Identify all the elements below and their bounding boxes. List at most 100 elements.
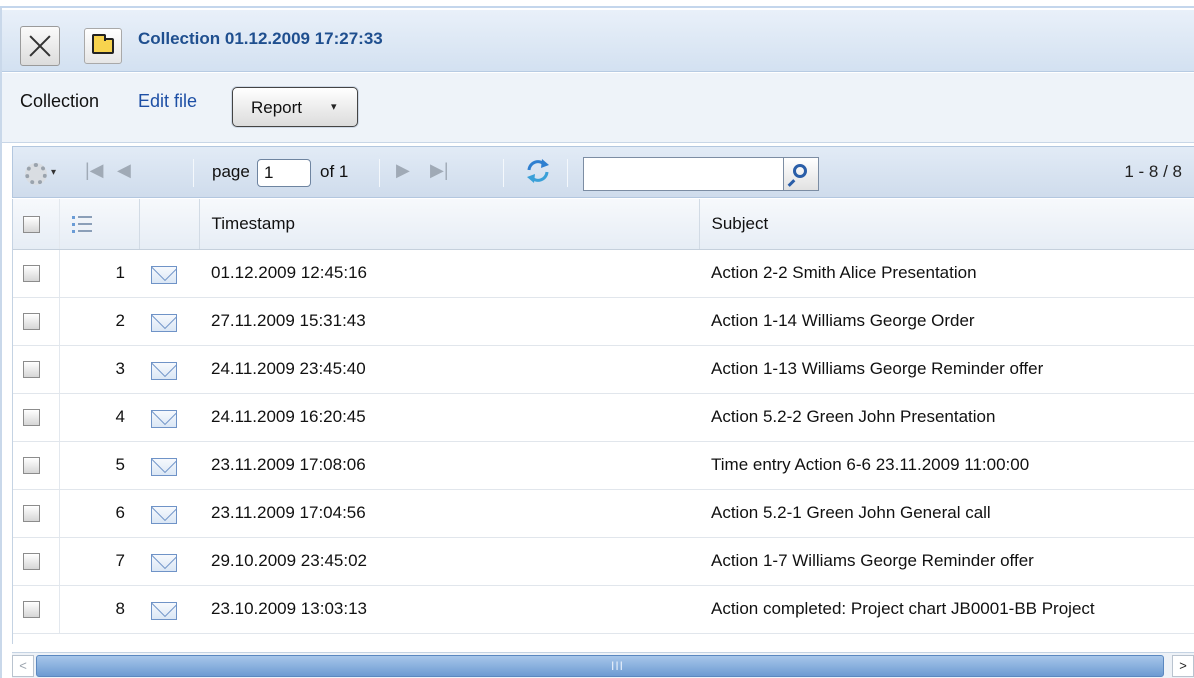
- scroll-right-button[interactable]: >: [1172, 655, 1194, 677]
- row-subject: Action 1-14 Williams George Order: [699, 297, 1194, 346]
- subject-column-header[interactable]: Subject: [699, 199, 1194, 250]
- row-checkbox[interactable]: [23, 601, 40, 619]
- records-table: Timestamp Subject 1 01.12.2009 12:45:16 Ac…: [13, 199, 1194, 634]
- page-number-input[interactable]: [257, 159, 311, 187]
- table-row[interactable]: 2 27.11.2009 15:31:43 Action 1-14 Williams…: [13, 297, 1194, 346]
- title-bar: Collection 01.12.2009 17:27:33: [2, 10, 1194, 72]
- edit-file-link[interactable]: Edit file: [138, 91, 197, 112]
- mail-icon: [151, 458, 177, 476]
- top-border: [0, 0, 1194, 8]
- report-button[interactable]: Report ▾: [232, 87, 358, 127]
- toolbar-separator: [567, 159, 568, 187]
- scroll-left-button[interactable]: <: [12, 655, 34, 677]
- row-number: 3: [59, 345, 139, 394]
- folder-icon: [92, 34, 114, 54]
- table-row[interactable]: 7 29.10.2009 23:45:02 Action 1-7 Williams …: [13, 537, 1194, 586]
- row-checkbox[interactable]: [23, 505, 40, 523]
- table-row[interactable]: 6 23.11.2009 17:04:56 Action 5.2-1 Green J…: [13, 489, 1194, 538]
- refresh-icon[interactable]: [523, 156, 553, 186]
- row-checkbox-cell: [13, 585, 60, 634]
- row-subject: Action 1-13 Williams George Reminder off…: [699, 345, 1194, 394]
- collection-label: Collection: [20, 91, 100, 111]
- type-column-header[interactable]: [139, 199, 200, 250]
- timestamp-column-header[interactable]: Timestamp: [199, 199, 700, 250]
- row-checkbox[interactable]: [23, 361, 40, 379]
- row-checkbox-cell: [13, 393, 60, 442]
- row-subject: Action completed: Project chart JB0001-B…: [699, 585, 1194, 634]
- close-icon[interactable]: [20, 26, 60, 66]
- record-range-label: 1 - 8 / 8: [1124, 162, 1182, 181]
- row-checkbox[interactable]: [23, 265, 40, 283]
- horizontal-scrollbar[interactable]: < III >: [12, 652, 1194, 678]
- prev-page-button[interactable]: ◀: [117, 160, 131, 181]
- toolbar-separator: [379, 159, 380, 187]
- search-input[interactable]: [583, 157, 783, 191]
- row-timestamp: 01.12.2009 12:45:16: [199, 249, 699, 298]
- row-timestamp: 23.11.2009 17:08:06: [199, 441, 699, 490]
- row-checkbox-cell: [13, 489, 60, 538]
- table-row[interactable]: 4 24.11.2009 16:20:45 Action 5.2-2 Green J…: [13, 393, 1194, 442]
- gear-icon[interactable]: [25, 163, 47, 185]
- row-number: 5: [59, 441, 139, 490]
- row-number: 8: [59, 585, 139, 634]
- row-subject: Action 1-7 Williams George Reminder offe…: [699, 537, 1194, 586]
- row-checkbox-cell: [13, 537, 60, 586]
- row-number: 7: [59, 537, 139, 586]
- row-checkbox[interactable]: [23, 313, 40, 331]
- main-toolbar: Collection Edit file Report ▾: [2, 73, 1194, 143]
- select-all-checkbox[interactable]: [23, 215, 40, 233]
- grid-toolbar: ▾ |◀ ◀ page of 1 ▶ ▶| 1 - 8 / 8: [12, 146, 1194, 198]
- table-row[interactable]: 1 01.12.2009 12:45:16 Action 2-2 Smith Ali…: [13, 249, 1194, 298]
- row-type-cell: [139, 393, 199, 442]
- mail-icon: [151, 266, 177, 284]
- row-timestamp: 24.11.2009 23:45:40: [199, 345, 699, 394]
- first-page-button[interactable]: |◀: [85, 160, 104, 181]
- window-title: Collection 01.12.2009 17:27:33: [138, 29, 383, 48]
- row-checkbox[interactable]: [23, 409, 40, 427]
- row-subject: Time entry Action 6-6 23.11.2009 11:00:0…: [699, 441, 1194, 490]
- toolbar-separator: [193, 159, 194, 187]
- records-table-container: Timestamp Subject 1 01.12.2009 12:45:16 Ac…: [12, 199, 1194, 644]
- row-checkbox[interactable]: [23, 553, 40, 571]
- toolbar-separator: [503, 159, 504, 187]
- row-timestamp: 24.11.2009 16:20:45: [199, 393, 699, 442]
- row-type-cell: [139, 537, 199, 586]
- row-checkbox-cell: [13, 345, 60, 394]
- row-timestamp: 23.10.2009 13:03:13: [199, 585, 699, 634]
- row-number: 6: [59, 489, 139, 538]
- gear-dropdown-icon[interactable]: ▾: [51, 167, 56, 178]
- row-subject: Action 5.2-2 Green John Presentation: [699, 393, 1194, 442]
- row-checkbox-cell: [13, 441, 60, 490]
- row-checkbox-cell: [13, 249, 60, 298]
- row-type-cell: [139, 297, 199, 346]
- folder-button[interactable]: [84, 28, 122, 64]
- page-label: page: [212, 162, 250, 181]
- row-checkbox[interactable]: [23, 457, 40, 475]
- page-count-label: of 1: [320, 162, 349, 181]
- next-page-button[interactable]: ▶: [396, 160, 410, 181]
- row-number-header[interactable]: [59, 199, 140, 250]
- scroll-thumb[interactable]: III: [36, 655, 1164, 677]
- row-number: 4: [59, 393, 139, 442]
- search-icon: [793, 164, 807, 178]
- search-button[interactable]: [783, 157, 819, 191]
- scroll-grip: III: [611, 659, 625, 673]
- table-row[interactable]: 3 24.11.2009 23:45:40 Action 1-13 Williams…: [13, 345, 1194, 394]
- row-subject: Action 2-2 Smith Alice Presentation: [699, 249, 1194, 298]
- row-timestamp: 29.10.2009 23:45:02: [199, 537, 699, 586]
- mail-icon: [151, 410, 177, 428]
- row-type-cell: [139, 249, 199, 298]
- row-type-cell: [139, 345, 199, 394]
- row-timestamp: 27.11.2009 15:31:43: [199, 297, 699, 346]
- list-numbered-icon: [71, 213, 92, 235]
- report-button-label: Report: [251, 98, 303, 117]
- row-number: 2: [59, 297, 139, 346]
- last-page-button[interactable]: ▶|: [430, 160, 449, 181]
- row-type-cell: [139, 441, 199, 490]
- table-row[interactable]: 8 23.10.2009 13:03:13 Action completed: Pr…: [13, 585, 1194, 634]
- table-row[interactable]: 5 23.11.2009 17:08:06 Time entry Action 6-…: [13, 441, 1194, 490]
- chevron-down-icon: ▾: [331, 101, 337, 113]
- row-timestamp: 23.11.2009 17:04:56: [199, 489, 699, 538]
- mail-icon: [151, 602, 177, 620]
- select-all-cell: [13, 199, 60, 250]
